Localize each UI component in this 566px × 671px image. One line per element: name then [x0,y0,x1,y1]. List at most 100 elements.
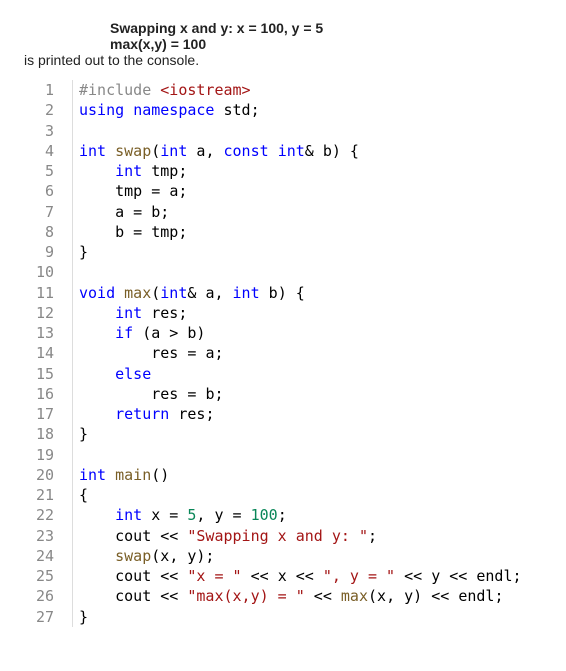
token-op [106,142,115,160]
token-op: , [386,587,404,605]
line-number: 22 [20,505,72,525]
gutter [72,526,79,546]
code-content: cout << "max(x,y) = " << max(x, y) << en… [79,586,503,606]
line-number: 21 [20,485,72,505]
token-op: , [169,547,187,565]
code-line: 26 cout << "max(x,y) = " << max(x, y) <<… [20,586,546,606]
code-content: return res; [79,404,214,424]
token-op: << [395,567,431,585]
line-number: 7 [20,202,72,222]
code-line: 23 cout << "Swapping x and y: "; [20,526,546,546]
gutter [72,505,79,525]
code-line: 19 [20,445,546,465]
token-op: << [242,567,278,585]
token-op: ) { [278,284,305,302]
intro-bold-2: max(x,y) = 100 [110,36,546,52]
token-ty: int [233,284,260,302]
line-number: 10 [20,262,72,282]
token-id: tmp [151,162,178,180]
token-inc: <iostream> [160,81,250,99]
gutter [72,465,79,485]
gutter [72,566,79,586]
token-op: & [305,142,323,160]
code-content: int x = 5, y = 100; [79,505,287,525]
token-id: b [323,142,332,160]
gutter [72,546,79,566]
line-number: 17 [20,404,72,424]
token-op [214,101,223,119]
token-id: cout [115,527,151,545]
token-id: x [160,547,169,565]
line-number: 12 [20,303,72,323]
token-fn: max [124,284,151,302]
token-op: ) { [332,142,359,160]
token-ty: int [160,284,187,302]
token-op: ; [214,344,223,362]
code-content: b = tmp; [79,222,187,242]
code-content: a = b; [79,202,169,222]
token-op: << [151,567,187,585]
code-content: cout << "Swapping x and y: "; [79,526,377,546]
token-op [269,142,278,160]
token-kw: using [79,101,124,119]
token-op: () [151,466,169,484]
line-number: 4 [20,141,72,161]
token-ty: int [160,142,187,160]
token-op: = [124,223,151,241]
token-op: << [151,527,187,545]
line-number: 3 [20,121,72,141]
token-fn: max [341,587,368,605]
token-op: } [79,425,88,443]
token-ty: void [79,284,115,302]
line-number: 2 [20,100,72,120]
token-str: "Swapping x and y: " [187,527,368,545]
token-op [115,284,124,302]
token-str: ", y = " [323,567,395,585]
gutter [72,141,79,161]
code-content: } [79,242,88,262]
code-content: int res; [79,303,187,323]
code-line: 10 [20,262,546,282]
gutter [72,222,79,242]
code-line: 12 int res; [20,303,546,323]
token-ty: int [79,142,106,160]
token-op: ; [513,567,522,585]
token-op: ; [178,304,187,322]
token-op [151,81,160,99]
line-number: 13 [20,323,72,343]
gutter [72,181,79,201]
token-fn: swap [115,142,151,160]
token-op: << [287,567,323,585]
token-id: x [377,587,386,605]
line-number: 19 [20,445,72,465]
intro-block: Swapping x and y: x = 100, y = 5 max(x,y… [20,20,546,68]
token-id: y [214,506,223,524]
gutter [72,364,79,384]
token-op: ( [368,587,377,605]
token-kw: if [115,324,133,342]
gutter [72,485,79,505]
token-op: ; [494,587,503,605]
code-content: tmp = a; [79,181,187,201]
gutter [72,384,79,404]
token-ty: int [79,466,106,484]
token-id: endl [476,567,512,585]
gutter [72,202,79,222]
code-content: res = b; [79,384,224,404]
gutter [72,424,79,444]
token-op: ( [151,142,160,160]
token-op: ; [178,182,187,200]
line-number: 27 [20,607,72,627]
gutter [72,607,79,627]
code-content: res = a; [79,343,224,363]
code-content: else [79,364,151,384]
token-id: y [431,567,440,585]
token-id: res [151,385,178,403]
token-op: , [214,284,232,302]
code-line: 3 [20,121,546,141]
token-op: << [151,587,187,605]
code-line: 15 else [20,364,546,384]
token-ty: int [115,304,142,322]
token-id: res [178,405,205,423]
code-content: int tmp; [79,161,187,181]
